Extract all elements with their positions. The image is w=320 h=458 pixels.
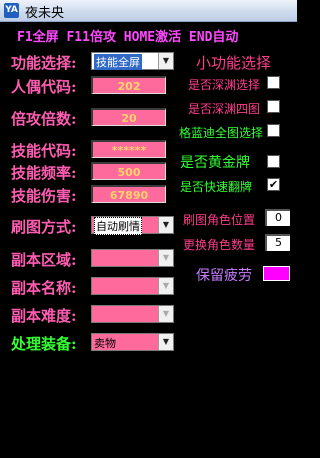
skill-freq-input[interactable]: 500 (91, 162, 166, 180)
app-icon: YA (4, 3, 19, 18)
lanlan-select-checkbox[interactable] (267, 124, 280, 137)
fast-flip-label: 是否快速翻牌 (180, 180, 253, 194)
keep-fatigue-input[interactable] (263, 266, 290, 281)
lanlan-select-label: 格蓝迪全图选择 (179, 126, 264, 140)
small-features-heading: 小功能选择 (196, 54, 272, 72)
brush-mode-select[interactable]: 自动刷情 ▼ (91, 216, 174, 235)
equip-select[interactable]: 卖物 ▼ (91, 333, 174, 351)
char-count-input[interactable]: 5 (265, 234, 290, 251)
brush-mode-label: 刷图方式: (11, 218, 77, 236)
chevron-down-icon[interactable]: ▼ (158, 217, 173, 233)
hotkey-hint: F1全屏 F11倍攻 HOME激活 END自动 (17, 30, 239, 45)
chevron-down-icon[interactable]: ▼ (158, 53, 173, 69)
chevron-down-icon[interactable]: ▼ (158, 334, 173, 350)
char-count-label: 更换角色数量 (183, 238, 256, 252)
abyss-map-label: 是否深渊四图 (188, 102, 261, 116)
abyss-select-checkbox[interactable] (267, 76, 280, 89)
equip-value: 卖物 (94, 337, 116, 350)
function-select-value: 技能全屏 (94, 54, 142, 70)
skill-code-label: 技能代码: (11, 142, 77, 160)
puppet-code-label: 人偶代码: (11, 78, 77, 96)
dungeon-name-label: 副本名称: (11, 279, 77, 297)
dungeon-diff-label: 副本难度: (11, 307, 77, 325)
equip-label: 处理装备: (11, 335, 77, 353)
skill-code-input[interactable]: ****** (91, 140, 166, 158)
keep-fatigue-label: 保留疲劳 (196, 268, 252, 284)
function-select-label: 功能选择: (11, 54, 77, 72)
skill-freq-label: 技能频率: (11, 164, 77, 182)
attack-mult-input[interactable]: 20 (91, 108, 166, 126)
title-bar: YA 夜未央 (0, 0, 297, 22)
skill-dmg-input[interactable]: 67890 (91, 185, 166, 203)
char-pos-label: 刷图角色位置 (183, 213, 256, 227)
chevron-down-icon[interactable]: ▼ (158, 250, 173, 266)
dungeon-area-label: 副本区域: (11, 251, 77, 269)
dungeon-diff-select[interactable]: ▼ (91, 305, 174, 323)
gold-card-checkbox[interactable] (267, 155, 280, 168)
chevron-down-icon[interactable]: ▼ (158, 278, 173, 294)
char-pos-input[interactable]: 0 (265, 209, 290, 226)
skill-dmg-label: 技能伤害: (11, 187, 77, 205)
puppet-code-input[interactable]: 202 (91, 76, 166, 94)
brush-mode-value: 自动刷情 (94, 217, 142, 235)
abyss-select-label: 是否深渊选择 (188, 78, 261, 92)
abyss-map-checkbox[interactable] (267, 100, 280, 113)
window-title: 夜未央 (25, 6, 65, 21)
fast-flip-checkbox[interactable]: ✔ (267, 178, 280, 191)
chevron-down-icon[interactable]: ▼ (158, 306, 173, 322)
gold-card-label: 是否黄金牌 (180, 155, 250, 171)
dungeon-name-select[interactable]: ▼ (91, 277, 174, 295)
dungeon-area-select[interactable]: ▼ (91, 249, 174, 267)
attack-mult-label: 倍攻倍数: (11, 110, 77, 128)
function-select[interactable]: 技能全屏 ▼ (91, 52, 174, 70)
